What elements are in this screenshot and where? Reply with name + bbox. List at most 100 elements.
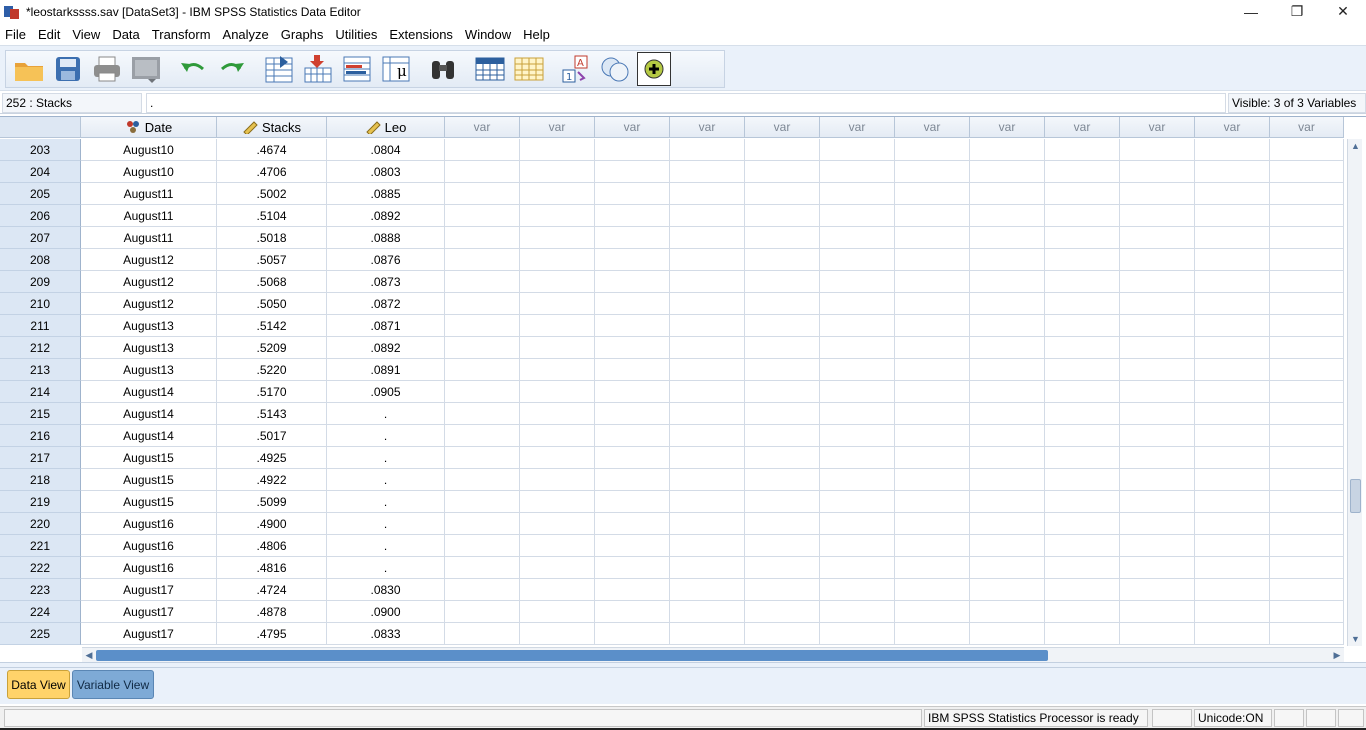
- cell-empty[interactable]: [820, 469, 895, 491]
- cell-empty[interactable]: [1195, 293, 1270, 315]
- cell-leo[interactable]: .0891: [327, 359, 445, 381]
- cell-empty[interactable]: [1270, 183, 1344, 205]
- cell-empty[interactable]: [820, 359, 895, 381]
- cell-empty[interactable]: [895, 513, 970, 535]
- cell-empty[interactable]: [745, 293, 820, 315]
- cell-empty[interactable]: [670, 425, 745, 447]
- cell-empty[interactable]: [820, 601, 895, 623]
- cell-empty[interactable]: [895, 579, 970, 601]
- cell-stacks[interactable]: .4674: [217, 139, 327, 161]
- cell-date[interactable]: August14: [81, 381, 217, 403]
- cell-leo[interactable]: .: [327, 403, 445, 425]
- cell-date[interactable]: August14: [81, 403, 217, 425]
- cell-empty[interactable]: [520, 601, 595, 623]
- cell-empty[interactable]: [1120, 469, 1195, 491]
- column-header-var[interactable]: var: [595, 117, 670, 138]
- cell-empty[interactable]: [1270, 359, 1344, 381]
- cell-empty[interactable]: [895, 381, 970, 403]
- goto-variable-icon[interactable]: [301, 52, 335, 86]
- cell-empty[interactable]: [1195, 491, 1270, 513]
- cell-empty[interactable]: [820, 579, 895, 601]
- cell-stacks[interactable]: .5170: [217, 381, 327, 403]
- cell-empty[interactable]: [745, 271, 820, 293]
- cell-date[interactable]: August16: [81, 557, 217, 579]
- cell-empty[interactable]: [1195, 337, 1270, 359]
- cell-empty[interactable]: [595, 337, 670, 359]
- cell-date[interactable]: August17: [81, 623, 217, 645]
- minimize-button[interactable]: —: [1228, 0, 1274, 23]
- cell-empty[interactable]: [1045, 513, 1120, 535]
- open-folder-icon[interactable]: [12, 52, 46, 86]
- cell-empty[interactable]: [520, 469, 595, 491]
- cell-empty[interactable]: [1195, 535, 1270, 557]
- cell-leo[interactable]: .: [327, 425, 445, 447]
- cell-empty[interactable]: [1270, 381, 1344, 403]
- cell-empty[interactable]: [445, 227, 520, 249]
- cell-empty[interactable]: [595, 623, 670, 645]
- cell-empty[interactable]: [970, 491, 1045, 513]
- cell-empty[interactable]: [895, 403, 970, 425]
- vertical-scroll-thumb[interactable]: [1350, 479, 1361, 513]
- cell-empty[interactable]: [1195, 447, 1270, 469]
- cell-empty[interactable]: [895, 183, 970, 205]
- cell-empty[interactable]: [1195, 601, 1270, 623]
- cell-leo[interactable]: .: [327, 469, 445, 491]
- cell-stacks[interactable]: .4795: [217, 623, 327, 645]
- cell-leo[interactable]: .0833: [327, 623, 445, 645]
- cell-empty[interactable]: [970, 579, 1045, 601]
- cell-empty[interactable]: [820, 513, 895, 535]
- cell-empty[interactable]: [1045, 271, 1120, 293]
- cell-empty[interactable]: [745, 623, 820, 645]
- cell-date[interactable]: August16: [81, 513, 217, 535]
- cell-leo[interactable]: .0892: [327, 337, 445, 359]
- undo-icon[interactable]: [176, 52, 210, 86]
- cell-empty[interactable]: [1120, 227, 1195, 249]
- row-number[interactable]: 216: [0, 425, 81, 447]
- row-number[interactable]: 208: [0, 249, 81, 271]
- menu-view[interactable]: View: [66, 27, 106, 42]
- cell-empty[interactable]: [445, 403, 520, 425]
- cell-date[interactable]: August16: [81, 535, 217, 557]
- cell-leo[interactable]: .0803: [327, 161, 445, 183]
- cell-leo[interactable]: .0892: [327, 205, 445, 227]
- cell-empty[interactable]: [1045, 623, 1120, 645]
- cell-empty[interactable]: [1120, 601, 1195, 623]
- save-icon[interactable]: [51, 52, 85, 86]
- cell-leo[interactable]: .0871: [327, 315, 445, 337]
- cell-empty[interactable]: [745, 139, 820, 161]
- column-header-var[interactable]: var: [670, 117, 745, 138]
- cell-empty[interactable]: [595, 293, 670, 315]
- cell-empty[interactable]: [1195, 579, 1270, 601]
- cell-empty[interactable]: [595, 557, 670, 579]
- cell-empty[interactable]: [745, 359, 820, 381]
- cell-empty[interactable]: [1270, 425, 1344, 447]
- cell-empty[interactable]: [1270, 205, 1344, 227]
- split-file-icon[interactable]: A1: [559, 52, 593, 86]
- column-header-date[interactable]: Date: [81, 117, 217, 138]
- cell-empty[interactable]: [895, 293, 970, 315]
- column-header-stacks[interactable]: Stacks: [217, 117, 327, 138]
- menu-graphs[interactable]: Graphs: [275, 27, 330, 42]
- row-number[interactable]: 203: [0, 139, 81, 161]
- cell-empty[interactable]: [1120, 579, 1195, 601]
- cell-value-input[interactable]: .: [146, 93, 1226, 113]
- cell-empty[interactable]: [1195, 359, 1270, 381]
- insert-variable-icon[interactable]: [512, 52, 546, 86]
- row-number[interactable]: 217: [0, 447, 81, 469]
- cell-stacks[interactable]: .4922: [217, 469, 327, 491]
- cell-empty[interactable]: [595, 359, 670, 381]
- cell-empty[interactable]: [445, 579, 520, 601]
- cell-empty[interactable]: [520, 249, 595, 271]
- cell-empty[interactable]: [595, 447, 670, 469]
- cell-empty[interactable]: [1045, 337, 1120, 359]
- cell-empty[interactable]: [670, 535, 745, 557]
- cell-empty[interactable]: [445, 557, 520, 579]
- scroll-left-icon[interactable]: ◀: [82, 648, 96, 662]
- cell-empty[interactable]: [895, 227, 970, 249]
- cell-empty[interactable]: [820, 535, 895, 557]
- close-button[interactable]: ✕: [1320, 0, 1366, 23]
- cell-empty[interactable]: [970, 601, 1045, 623]
- column-header-leo[interactable]: Leo: [327, 117, 445, 138]
- cell-empty[interactable]: [745, 227, 820, 249]
- row-number[interactable]: 225: [0, 623, 81, 645]
